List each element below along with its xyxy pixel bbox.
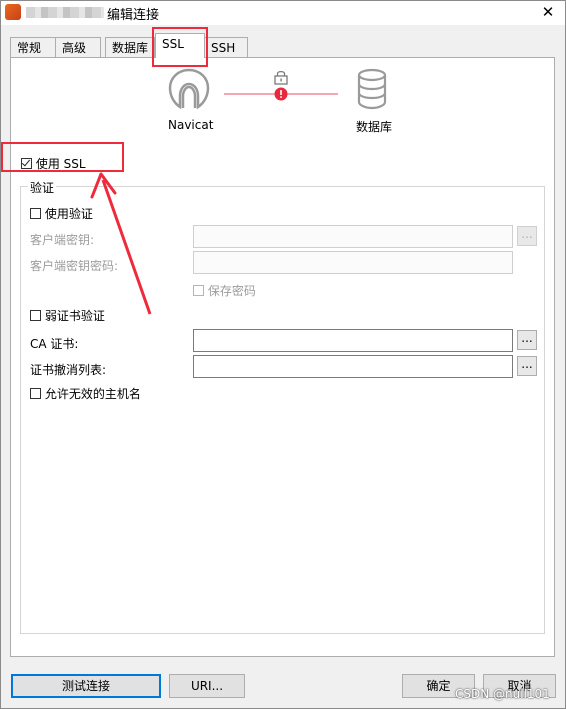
annotation-arrow: [90, 172, 152, 315]
